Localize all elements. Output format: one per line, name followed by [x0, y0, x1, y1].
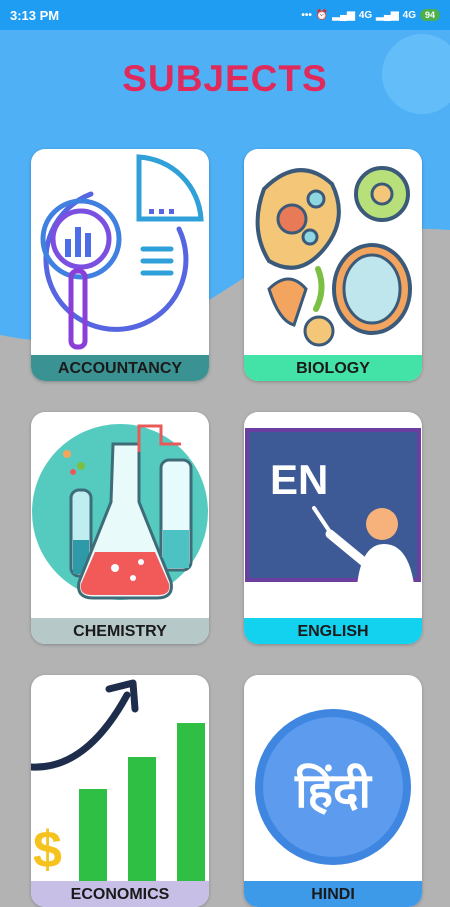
- biology-illustration: [244, 149, 422, 355]
- subject-label: ACCOUNTANCY: [31, 355, 209, 381]
- svg-text:$: $: [33, 821, 62, 879]
- subject-card-accountancy[interactable]: ACCOUNTANCY: [31, 149, 209, 381]
- subject-card-economics[interactable]: $ ECONOMICS: [31, 675, 209, 907]
- alarm-icon: ⏰: [315, 9, 329, 21]
- subject-label: CHEMISTRY: [31, 618, 209, 644]
- svg-text:हिंदी: हिंदी: [294, 763, 372, 819]
- subject-card-biology[interactable]: BIOLOGY: [244, 149, 422, 381]
- status-time: 3:13 PM: [10, 7, 60, 23]
- hindi-illustration: हिंदी: [244, 675, 422, 881]
- signal-icon: ▂▄▆: [332, 9, 355, 21]
- network-type: 4G: [358, 9, 373, 21]
- page-title: SUBJECTS: [122, 58, 328, 99]
- accountancy-illustration: [31, 149, 209, 355]
- subject-label: ECONOMICS: [31, 881, 209, 907]
- subject-card-hindi[interactable]: हिंदी HINDI: [244, 675, 422, 907]
- notification-dots-icon: •••: [301, 9, 312, 21]
- subject-label: ENGLISH: [244, 618, 422, 644]
- economics-illustration: $: [31, 675, 209, 881]
- subject-card-chemistry[interactable]: CHEMISTRY: [31, 412, 209, 644]
- chemistry-illustration: [31, 412, 209, 618]
- status-bar: 3:13 PM ••• ⏰ ▂▄▆ 4G ▂▄▆ 4G 94: [0, 0, 450, 30]
- subject-label: BIOLOGY: [244, 355, 422, 381]
- network-type-2: 4G: [402, 9, 416, 21]
- svg-text:EN: EN: [270, 456, 328, 503]
- english-illustration: EN: [244, 412, 422, 618]
- subject-label: HINDI: [244, 881, 422, 907]
- signal-icon-2: ▂▄▆: [376, 9, 399, 21]
- subject-card-english[interactable]: EN ENGLISH: [244, 412, 422, 644]
- status-icons: ••• ⏰ ▂▄▆ 4G ▂▄▆ 4G 94: [301, 9, 440, 21]
- battery-icon: 94: [419, 9, 440, 21]
